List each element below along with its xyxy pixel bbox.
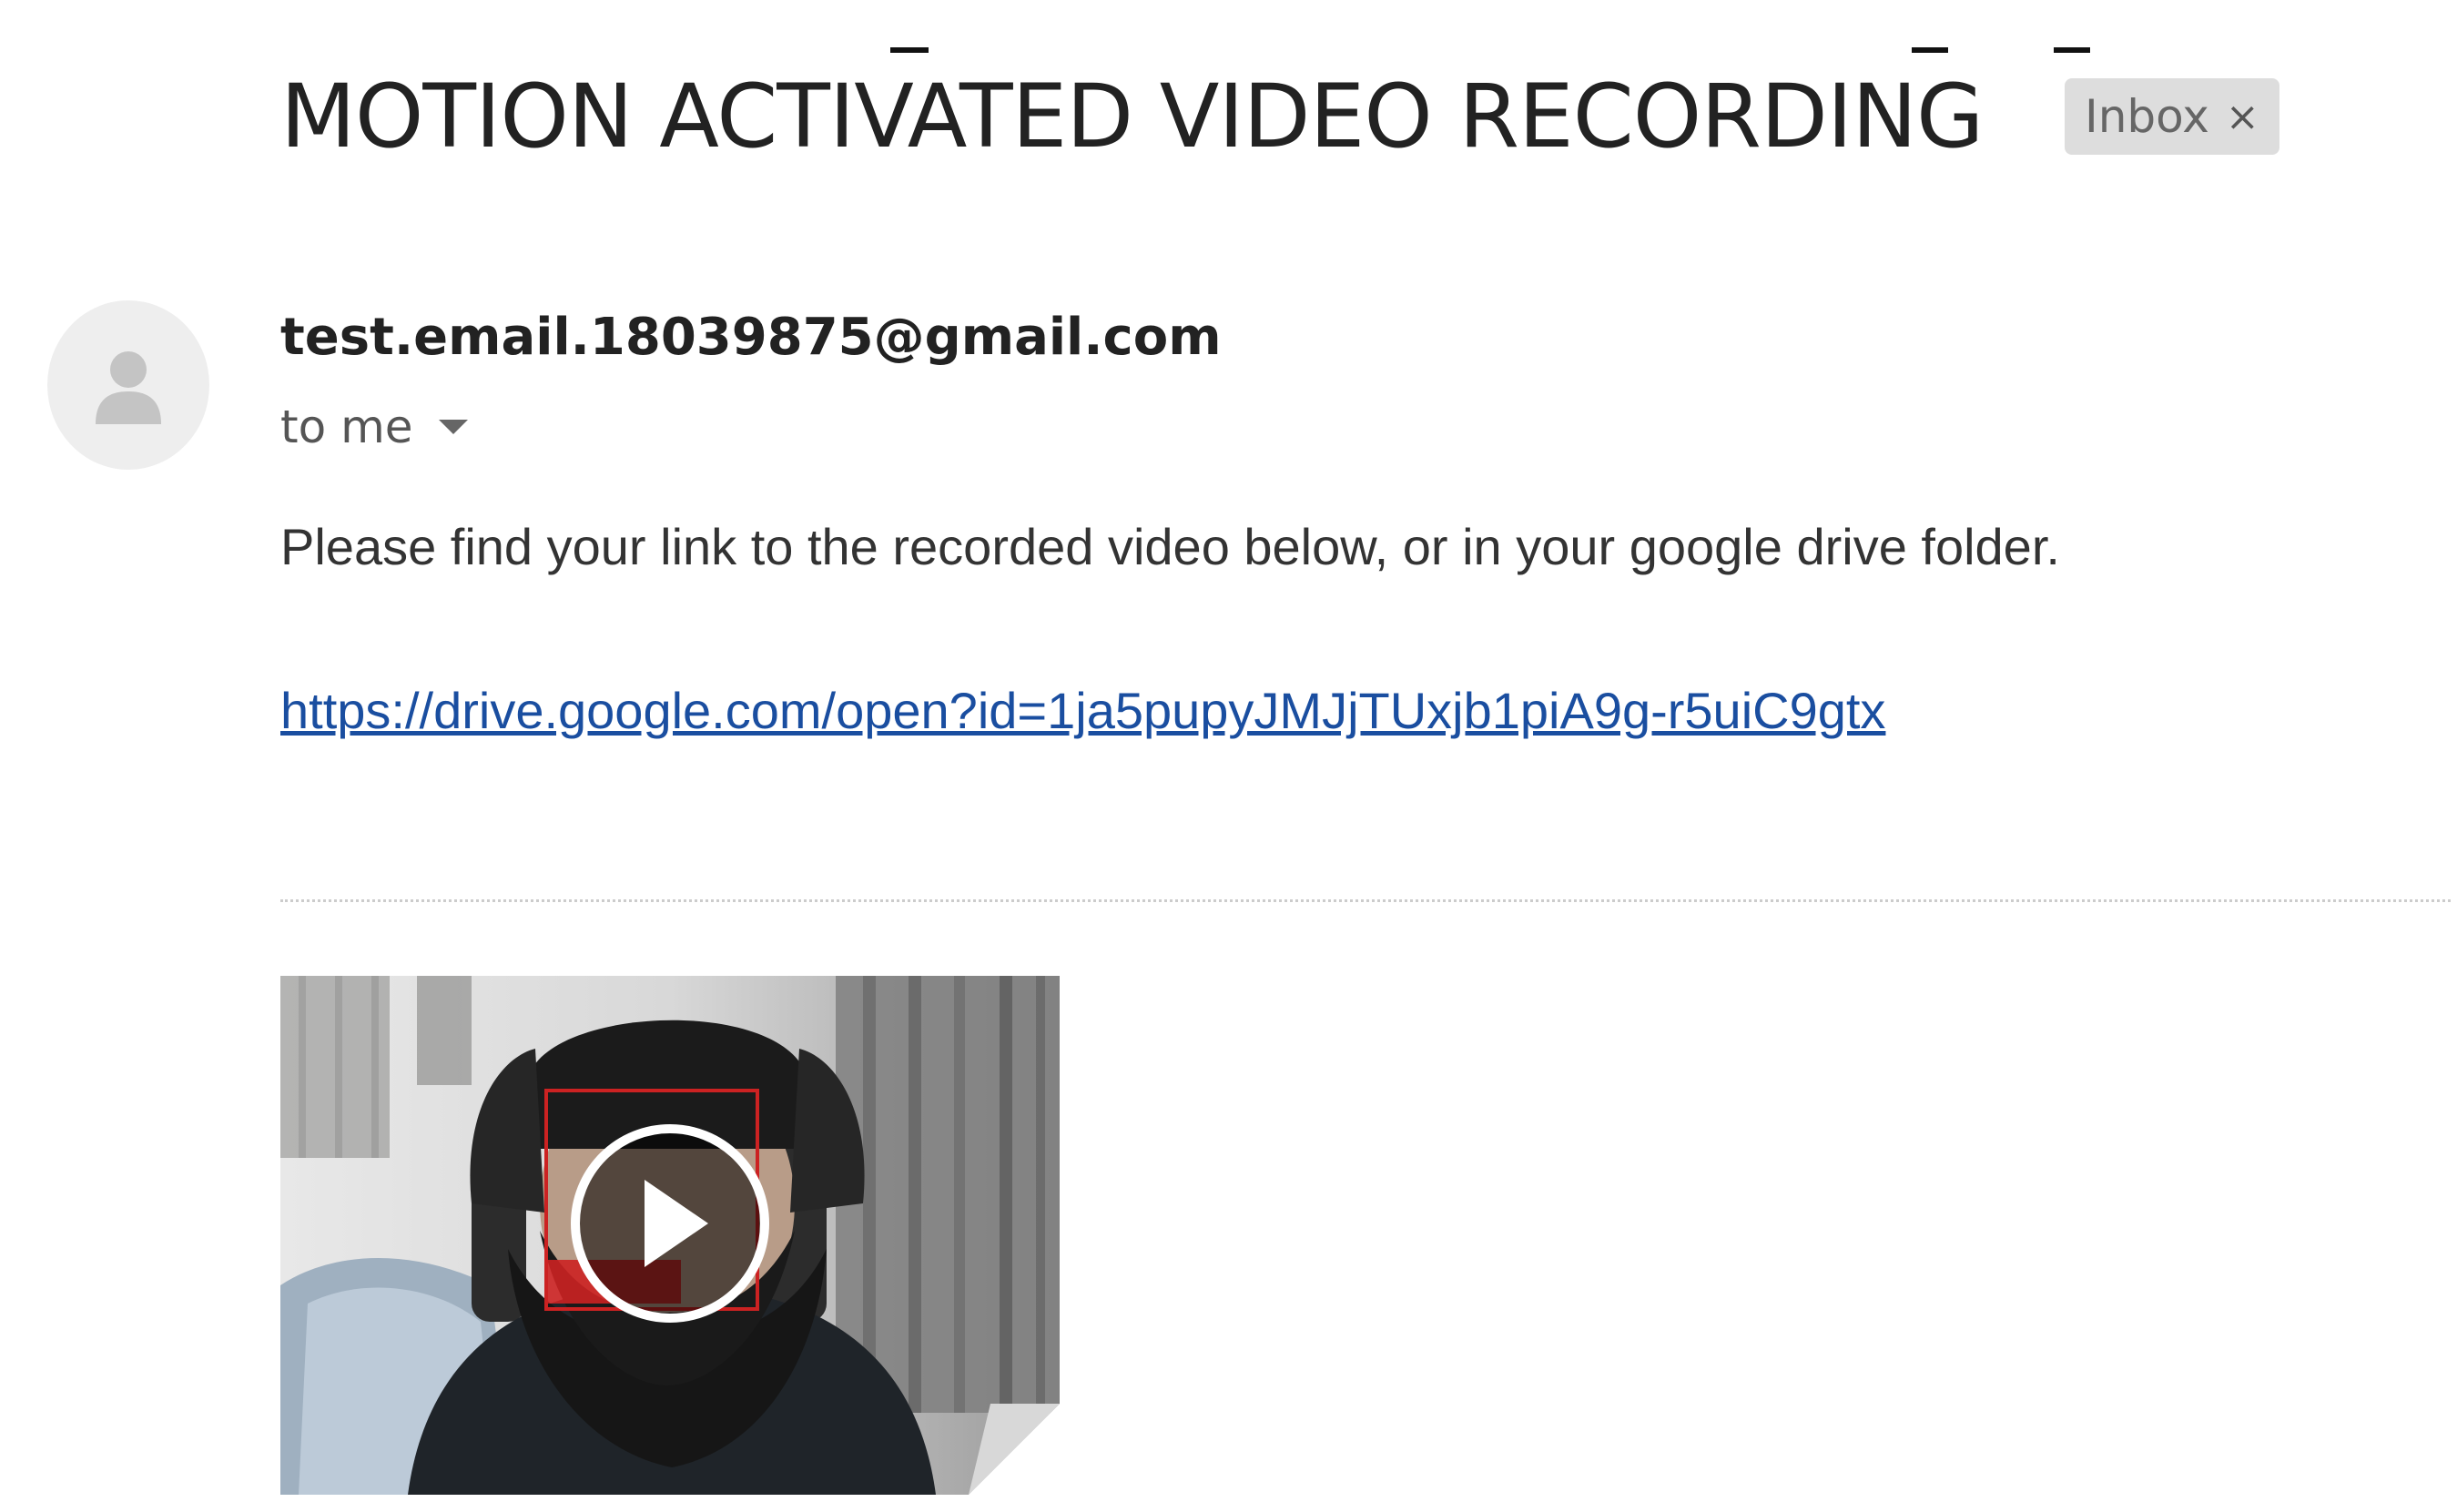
close-icon[interactable]: × [2226,94,2259,140]
caret-down-icon[interactable] [438,420,468,434]
top-edge-mark [1912,47,1948,53]
person-icon [96,351,161,424]
email-body-text: Please find your link to the recorded vi… [280,518,2060,575]
sender-avatar[interactable] [47,300,209,470]
drive-video-link[interactable]: https://drive.google.com/open?id=1ja5pup… [280,681,1885,740]
top-edge-mark [890,47,929,53]
recipient-text: to me [280,401,413,453]
inbox-label-text: Inbox [2085,90,2209,143]
sender-email[interactable]: test.email.18039875@gmail.com [280,308,1222,367]
recipient-line[interactable]: to me [280,401,468,453]
inbox-label-chip[interactable]: Inbox × [2065,78,2279,155]
email-subject: MOTION ACTIVATED VIDEO RECORDING [280,66,1984,167]
video-frame [280,976,1060,1495]
video-thumbnail[interactable] [280,976,1060,1495]
top-edge-mark [2054,47,2090,53]
message-divider [280,899,2451,902]
